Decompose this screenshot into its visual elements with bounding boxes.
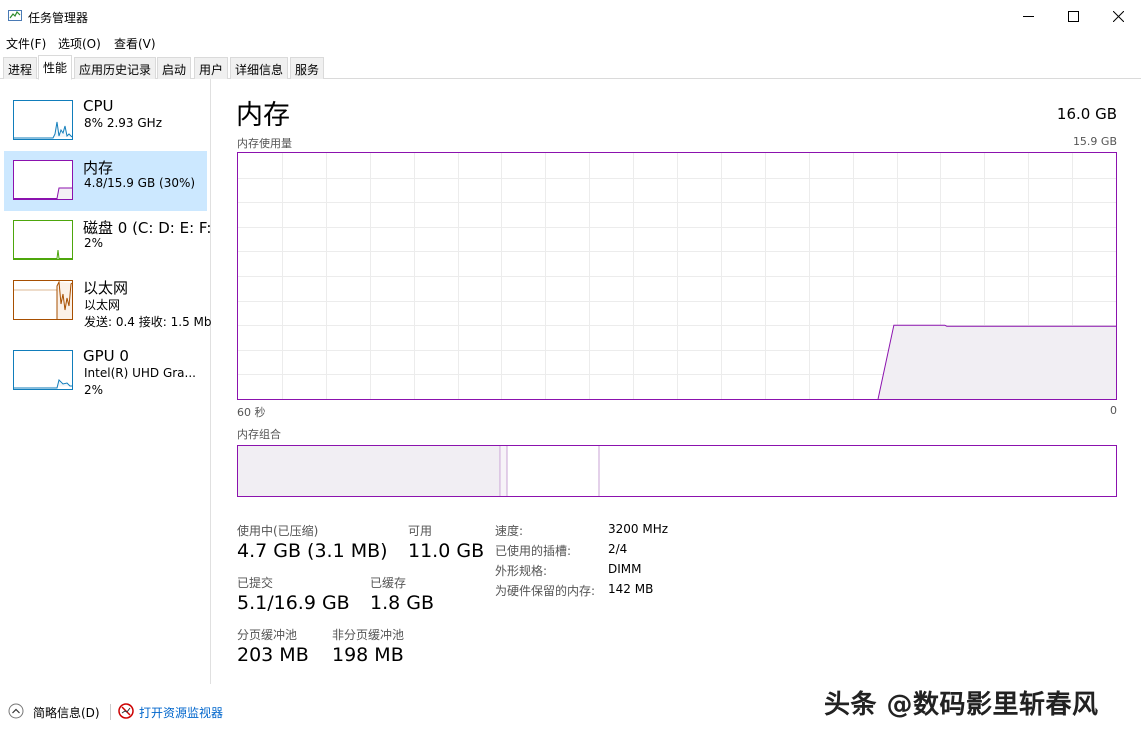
sidebar-sub-disk: 2%	[84, 236, 104, 250]
footer-divider	[110, 704, 111, 720]
minimize-icon	[1022, 15, 1034, 17]
in-use-label: 使用中(已压缩)	[237, 524, 319, 538]
cached-label: 已缓存	[370, 576, 407, 590]
resource-sidebar: CPU 8% 2.93 GHz 内存 4.8/15.9 GB (30%) 磁盘 …	[0, 79, 211, 684]
minimize-button[interactable]	[1005, 0, 1051, 32]
nonpaged-pool-value: 198 MB	[332, 644, 404, 666]
sidebar-label-disk: 磁盘 0 (C: D: E: F:	[83, 219, 212, 237]
sidebar-item-cpu[interactable]: CPU 8% 2.93 GHz	[4, 91, 207, 151]
slots-label: 已使用的插槽:	[495, 544, 572, 558]
memory-usage-plot	[238, 153, 1116, 400]
close-icon	[1112, 10, 1124, 22]
available-value: 11.0 GB	[408, 540, 485, 562]
time-axis-right: 0	[1110, 404, 1117, 417]
usage-graph-max: 15.9 GB	[1072, 135, 1117, 148]
tab-services[interactable]: 服务	[290, 57, 325, 79]
tab-strip: 进程 性能 应用历史记录 启动 用户 详细信息 服务	[0, 55, 1141, 80]
fewer-details-button[interactable]: 简略信息(D)	[33, 704, 100, 721]
tab-processes[interactable]: 进程	[3, 57, 38, 79]
watermark-text: 头条 @数码影里斩春风	[824, 690, 1099, 720]
chevron-up-icon[interactable]	[8, 703, 24, 719]
menu-bar: 文件(F) 选项(O) 查看(V)	[0, 32, 1141, 54]
close-button[interactable]	[1095, 0, 1141, 32]
page-title: 内存	[236, 100, 290, 131]
memory-detail-panel: 内存 16.0 GB 内存使用量 15.9 GB 60 秒 0 内存组合 使用中…	[212, 79, 1141, 684]
nonpaged-pool-label: 非分页缓冲池	[332, 628, 405, 642]
menu-options[interactable]: 选项(O)	[58, 35, 101, 52]
tab-startup[interactable]: 启动	[157, 57, 192, 79]
cached-value: 1.8 GB	[370, 592, 435, 614]
gpu-thumbnail-graph	[13, 350, 73, 390]
composition-label: 内存组合	[237, 428, 281, 441]
tab-users[interactable]: 用户	[194, 57, 229, 79]
composition-in-use	[238, 446, 500, 496]
task-manager-icon	[8, 10, 22, 21]
sidebar-sub2-gpu: 2%	[84, 383, 104, 397]
speed-value: 3200 MHz	[608, 522, 669, 536]
sidebar-sub-memory: 4.8/15.9 GB (30%)	[84, 176, 196, 190]
form-factor-value: DIMM	[608, 562, 642, 576]
memory-usage-graph	[237, 152, 1117, 400]
window-title: 任务管理器	[28, 11, 89, 25]
memory-thumbnail-graph	[13, 160, 73, 200]
memory-total: 16.0 GB	[1056, 105, 1117, 123]
menu-view[interactable]: 查看(V)	[114, 35, 156, 52]
paged-pool-value: 203 MB	[237, 644, 309, 666]
sidebar-label-gpu: GPU 0	[83, 347, 129, 365]
cpu-thumbnail-graph	[13, 100, 73, 140]
sidebar-label-memory: 内存	[83, 159, 114, 177]
sidebar-sub-ethernet: 以太网	[84, 298, 121, 312]
memory-composition-bar	[237, 445, 1117, 497]
in-use-value: 4.7 GB (3.1 MB)	[237, 540, 388, 562]
open-resource-monitor-link[interactable]: 打开资源监视器	[139, 704, 223, 721]
ethernet-thumbnail-graph	[13, 280, 73, 320]
sidebar-sub2-ethernet: 发送: 0.4 接收: 1.5 Mb	[84, 315, 212, 329]
title-bar: 任务管理器	[0, 0, 1141, 32]
committed-value: 5.1/16.9 GB	[237, 592, 350, 614]
maximize-button[interactable]	[1050, 0, 1096, 32]
sidebar-sub-cpu: 8% 2.93 GHz	[84, 116, 163, 130]
tab-performance[interactable]: 性能	[38, 55, 73, 80]
tab-details[interactable]: 详细信息	[230, 57, 289, 79]
form-factor-label: 外形规格:	[495, 564, 548, 578]
sidebar-item-ethernet[interactable]: 以太网 以太网 发送: 0.4 接收: 1.5 Mb	[4, 271, 211, 331]
sidebar-label-cpu: CPU	[83, 97, 114, 115]
sidebar-sub-gpu: Intel(R) UHD Gra...	[84, 366, 196, 380]
resource-monitor-icon	[118, 703, 134, 719]
tab-app-history[interactable]: 应用历史记录	[74, 57, 157, 79]
memory-usage-area	[878, 325, 1116, 399]
paged-pool-label: 分页缓冲池	[237, 628, 298, 642]
menu-file[interactable]: 文件(F)	[6, 35, 46, 52]
hardware-reserved-label: 为硬件保留的内存:	[495, 584, 596, 598]
committed-label: 已提交	[237, 576, 274, 590]
memory-composition-plot	[238, 446, 600, 496]
sidebar-item-disk[interactable]: 磁盘 0 (C: D: E: F: 2%	[4, 211, 211, 271]
hardware-reserved-value: 142 MB	[608, 582, 654, 596]
slots-value: 2/4	[608, 542, 628, 556]
speed-label: 速度:	[495, 524, 524, 538]
composition-modified	[501, 446, 507, 496]
disk-thumbnail-graph	[13, 220, 73, 260]
sidebar-item-memory[interactable]: 内存 4.8/15.9 GB (30%)	[4, 151, 207, 211]
time-axis-left: 60 秒	[237, 406, 266, 419]
maximize-icon	[1067, 10, 1079, 22]
sidebar-label-ethernet: 以太网	[83, 279, 129, 297]
usage-graph-label: 内存使用量	[237, 137, 292, 150]
available-label: 可用	[408, 524, 433, 538]
sidebar-item-gpu[interactable]: GPU 0 Intel(R) UHD Gra... 2%	[4, 341, 207, 401]
